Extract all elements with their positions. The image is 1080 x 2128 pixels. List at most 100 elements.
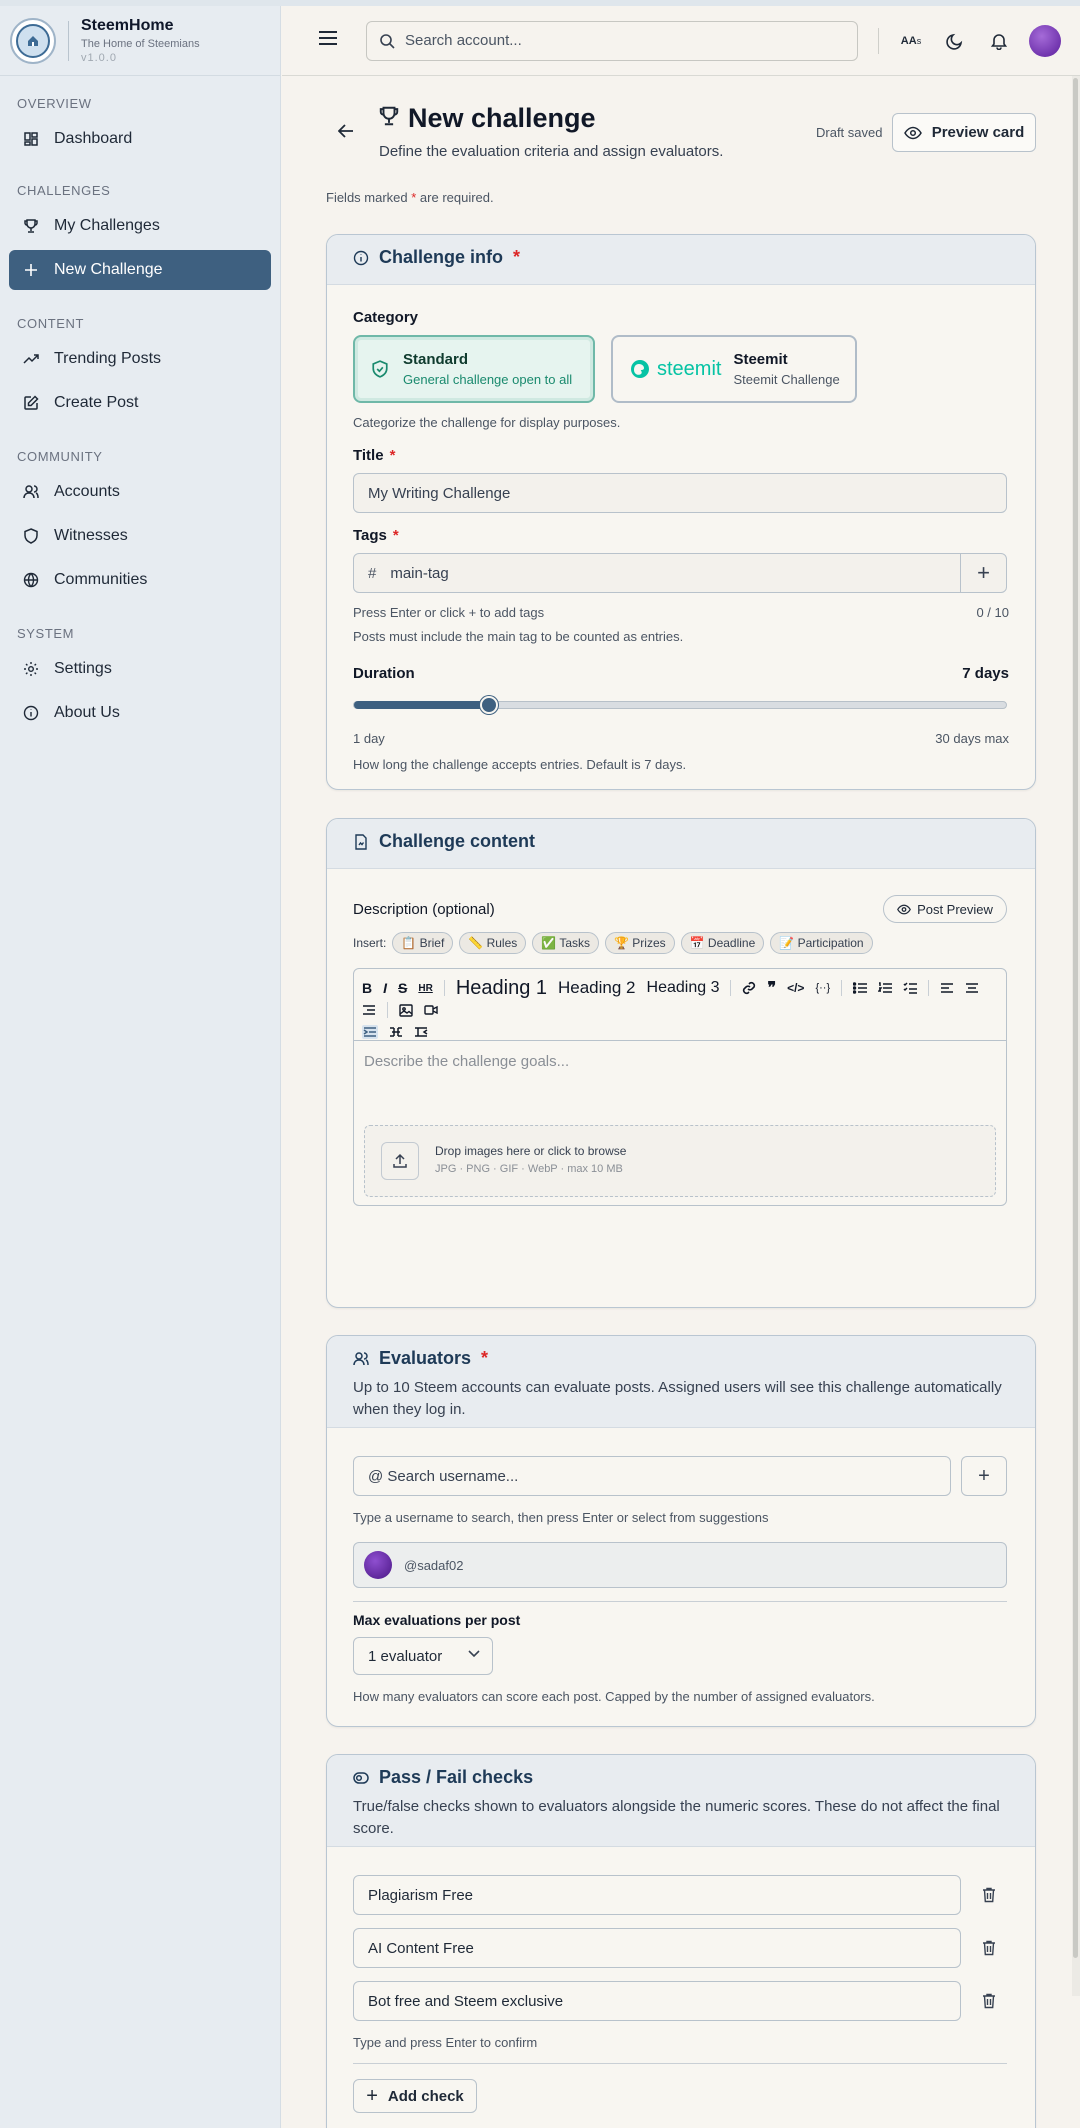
info-icon — [353, 250, 369, 266]
evaluator-search-input[interactable]: @ Search username... — [353, 1456, 951, 1496]
code-block-icon[interactable]: {··} — [815, 982, 830, 994]
category-steemit-option[interactable]: steemit Steemit Steemit Challenge — [611, 335, 857, 403]
card-header: Challenge content — [327, 819, 1035, 869]
outdent-icon[interactable] — [389, 1026, 403, 1038]
indent-icon[interactable] — [362, 1025, 378, 1039]
quote-icon[interactable]: ❞ — [767, 978, 776, 998]
divider — [353, 1601, 1007, 1602]
steemit-logo: steemit — [629, 358, 721, 381]
align-left-icon[interactable] — [940, 982, 954, 994]
draft-status: Draft saved — [816, 125, 883, 140]
numbered-list-icon[interactable] — [878, 982, 893, 994]
align-center-icon[interactable] — [965, 982, 979, 994]
search-input[interactable]: Search account... — [366, 20, 858, 61]
evaluator-chip[interactable]: @sadaf02 — [353, 1542, 1007, 1588]
sidebar-item-about-us[interactable]: About Us — [9, 693, 271, 733]
eye-icon — [897, 904, 911, 915]
max-evaluations-label: Max evaluations per post — [353, 1612, 521, 1628]
description-label: Description (optional) — [353, 901, 495, 918]
dashboard-icon — [22, 130, 40, 148]
sidebar-item-dashboard[interactable]: Dashboard — [9, 119, 271, 159]
editor-toolbar: B I S HR Heading 1 Heading 2 Heading 3 ❞… — [354, 969, 1006, 1041]
preview-card-button[interactable]: Preview card — [892, 113, 1036, 152]
user-avatar[interactable] — [1029, 24, 1061, 57]
slider-thumb[interactable] — [480, 696, 498, 714]
sidebar-item-accounts[interactable]: Accounts — [9, 472, 271, 512]
category-standard-option[interactable]: Standard General challenge open to all — [353, 335, 595, 403]
required-star: * — [389, 447, 396, 464]
font-size-label: AA — [900, 34, 917, 47]
heading-2-button[interactable]: Heading 2 — [558, 978, 636, 998]
title-input[interactable]: My Writing Challenge — [353, 473, 1007, 513]
check-input[interactable]: Bot free and Steem exclusive — [353, 1981, 961, 2021]
slider-fill — [354, 701, 489, 709]
add-evaluator-button[interactable]: + — [961, 1456, 1007, 1496]
heading-1-button[interactable]: Heading 1 — [456, 977, 547, 1000]
sidebar-item-my-challenges[interactable]: My Challenges — [9, 206, 271, 246]
insert-chip-prizes[interactable]: 🏆 Prizes — [605, 932, 675, 954]
align-right-icon[interactable] — [362, 1004, 376, 1016]
image-icon[interactable] — [399, 1003, 413, 1017]
link-icon[interactable] — [742, 981, 756, 995]
max-evaluations-select[interactable]: 1 evaluator — [353, 1637, 493, 1675]
code-icon[interactable]: </> — [787, 981, 804, 995]
sidebar-item-trending-posts[interactable]: Trending Posts — [9, 339, 271, 379]
avatar — [364, 1551, 392, 1579]
add-check-button[interactable]: + Add check — [353, 2079, 477, 2113]
video-icon[interactable] — [424, 1004, 438, 1016]
duration-min-label: 1 day — [353, 731, 385, 746]
rich-text-editor[interactable]: B I S HR Heading 1 Heading 2 Heading 3 ❞… — [353, 968, 1007, 1206]
trash-icon[interactable] — [979, 1885, 999, 1905]
post-preview-label: Post Preview — [917, 901, 993, 917]
insert-chip-deadline[interactable]: 📅 Deadline — [680, 932, 765, 954]
add-tag-button[interactable]: + — [960, 554, 1006, 592]
sidebar-item-witnesses[interactable]: Witnesses — [9, 516, 271, 556]
check-input[interactable]: AI Content Free — [353, 1928, 961, 1968]
insert-chip-participation[interactable]: 📝 Participation — [770, 932, 873, 954]
card-header: Challenge info * — [327, 235, 1035, 285]
nav-section-community: COMMUNITY — [17, 449, 103, 464]
bold-button[interactable]: B — [362, 980, 372, 996]
insert-chip-brief[interactable]: 📋 Brief — [392, 932, 454, 954]
strikethrough-button[interactable]: S — [398, 980, 407, 996]
unindent-icon[interactable] — [414, 1026, 428, 1038]
sidebar-item-communities[interactable]: Communities — [9, 560, 271, 600]
brand-divider — [68, 20, 69, 61]
font-size-icon[interactable]: AA s — [899, 29, 923, 53]
sidebar-item-label: Trending Posts — [54, 350, 162, 367]
font-size-sub: s — [916, 35, 922, 46]
plus-icon — [22, 261, 40, 279]
insert-chip-rules[interactable]: 📏 Rules — [459, 932, 527, 954]
duration-slider[interactable] — [353, 696, 1007, 714]
card-title: Challenge content — [379, 831, 536, 851]
checklist-icon[interactable] — [903, 982, 918, 994]
sidebar-item-create-post[interactable]: Create Post — [9, 383, 271, 423]
brand[interactable]: SteemHome The Home of Steemians v1.0.0 — [0, 6, 280, 76]
menu-icon[interactable] — [318, 30, 340, 51]
topbar-divider — [878, 27, 879, 54]
moon-icon[interactable] — [943, 29, 967, 53]
bullet-list-icon[interactable] — [853, 982, 868, 994]
trash-icon[interactable] — [979, 1938, 999, 1958]
trash-icon[interactable] — [979, 1991, 999, 2011]
tags-hint: Press Enter or click + to add tags — [353, 605, 545, 620]
nav-section-overview: OVERVIEW — [17, 96, 92, 111]
duration-hint: How long the challenge accepts entries. … — [353, 757, 687, 772]
heading-3-button[interactable]: Heading 3 — [647, 979, 720, 997]
insert-chip-tasks[interactable]: ✅ Tasks — [532, 932, 600, 954]
italic-button[interactable]: I — [383, 980, 387, 996]
tags-input[interactable]: # main-tag + — [353, 553, 1007, 593]
challenge-content-card: Challenge content Description (optional)… — [326, 818, 1036, 1308]
category-title: Standard — [403, 351, 469, 368]
page-scrollbar[interactable] — [1072, 76, 1080, 1996]
bell-icon[interactable] — [987, 29, 1011, 53]
scrollbar-thumb[interactable] — [1073, 78, 1078, 1958]
image-dropzone[interactable]: Drop images here or click to browse JPG … — [364, 1125, 996, 1197]
back-arrow-icon[interactable] — [337, 124, 354, 143]
sidebar-item-new-challenge[interactable]: New Challenge — [9, 250, 271, 290]
sidebar-item-settings[interactable]: Settings — [9, 649, 271, 689]
check-input[interactable]: Plagiarism Free — [353, 1875, 961, 1915]
post-preview-button[interactable]: Post Preview — [883, 895, 1007, 923]
sidebar-item-label: About Us — [54, 704, 120, 721]
horizontal-rule-button[interactable]: HR — [418, 983, 432, 994]
